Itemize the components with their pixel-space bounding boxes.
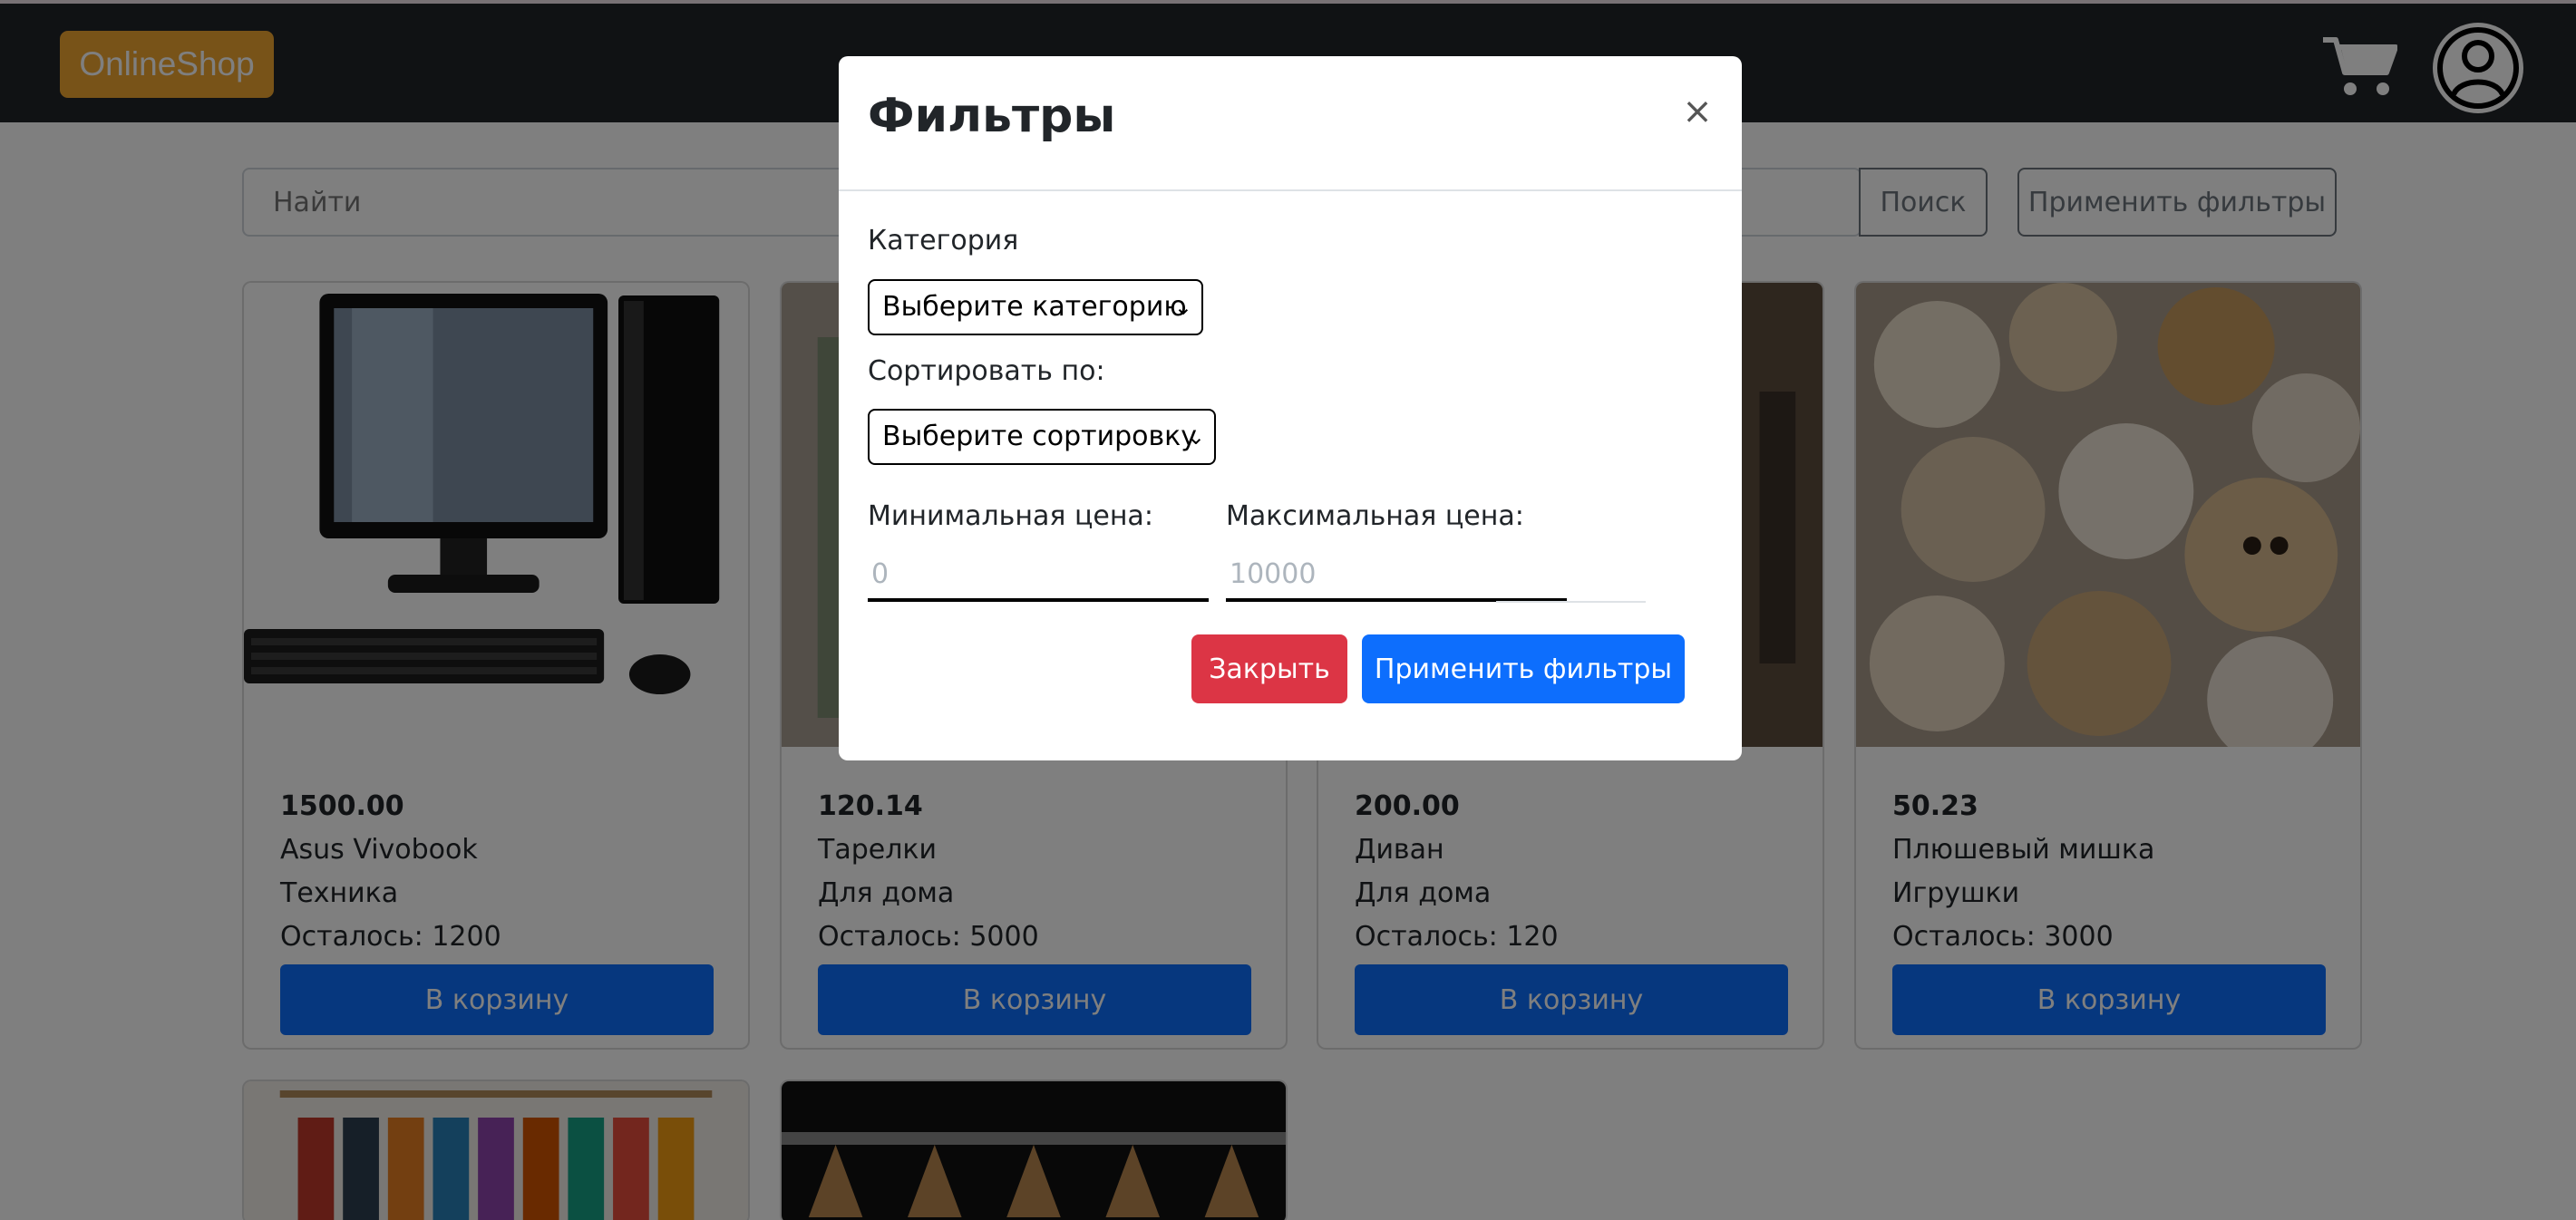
category-select-value: Выберите категорию xyxy=(882,291,1187,323)
chevron-down-icon: ⌄ xyxy=(1173,295,1192,320)
close-icon[interactable]: × xyxy=(1675,89,1720,134)
category-select[interactable]: Выберите категорию ⌄ xyxy=(868,279,1203,335)
filters-modal: Фильтры × Категория Выберите категорию ⌄… xyxy=(839,56,1742,760)
min-price-label: Минимальная цена: xyxy=(868,500,1153,532)
modal-header-divider xyxy=(839,189,1742,191)
sort-select[interactable]: Выберите сортировку ⌄ xyxy=(868,409,1216,465)
modal-title: Фильтры xyxy=(868,89,1116,143)
category-label: Категория xyxy=(868,225,1019,257)
field-divider xyxy=(1496,601,1646,603)
max-price-label: Максимальная цена: xyxy=(1226,500,1524,532)
apply-filters-button[interactable]: Применить фильтры xyxy=(1362,634,1685,703)
chevron-down-icon: ⌄ xyxy=(1186,424,1205,450)
sort-select-value: Выберите сортировку xyxy=(882,421,1198,452)
sort-label: Сортировать по: xyxy=(868,355,1105,387)
close-button[interactable]: Закрыть xyxy=(1191,634,1347,703)
min-price-input[interactable]: 0 xyxy=(868,551,1209,602)
max-price-input[interactable]: 10000 xyxy=(1226,551,1567,602)
